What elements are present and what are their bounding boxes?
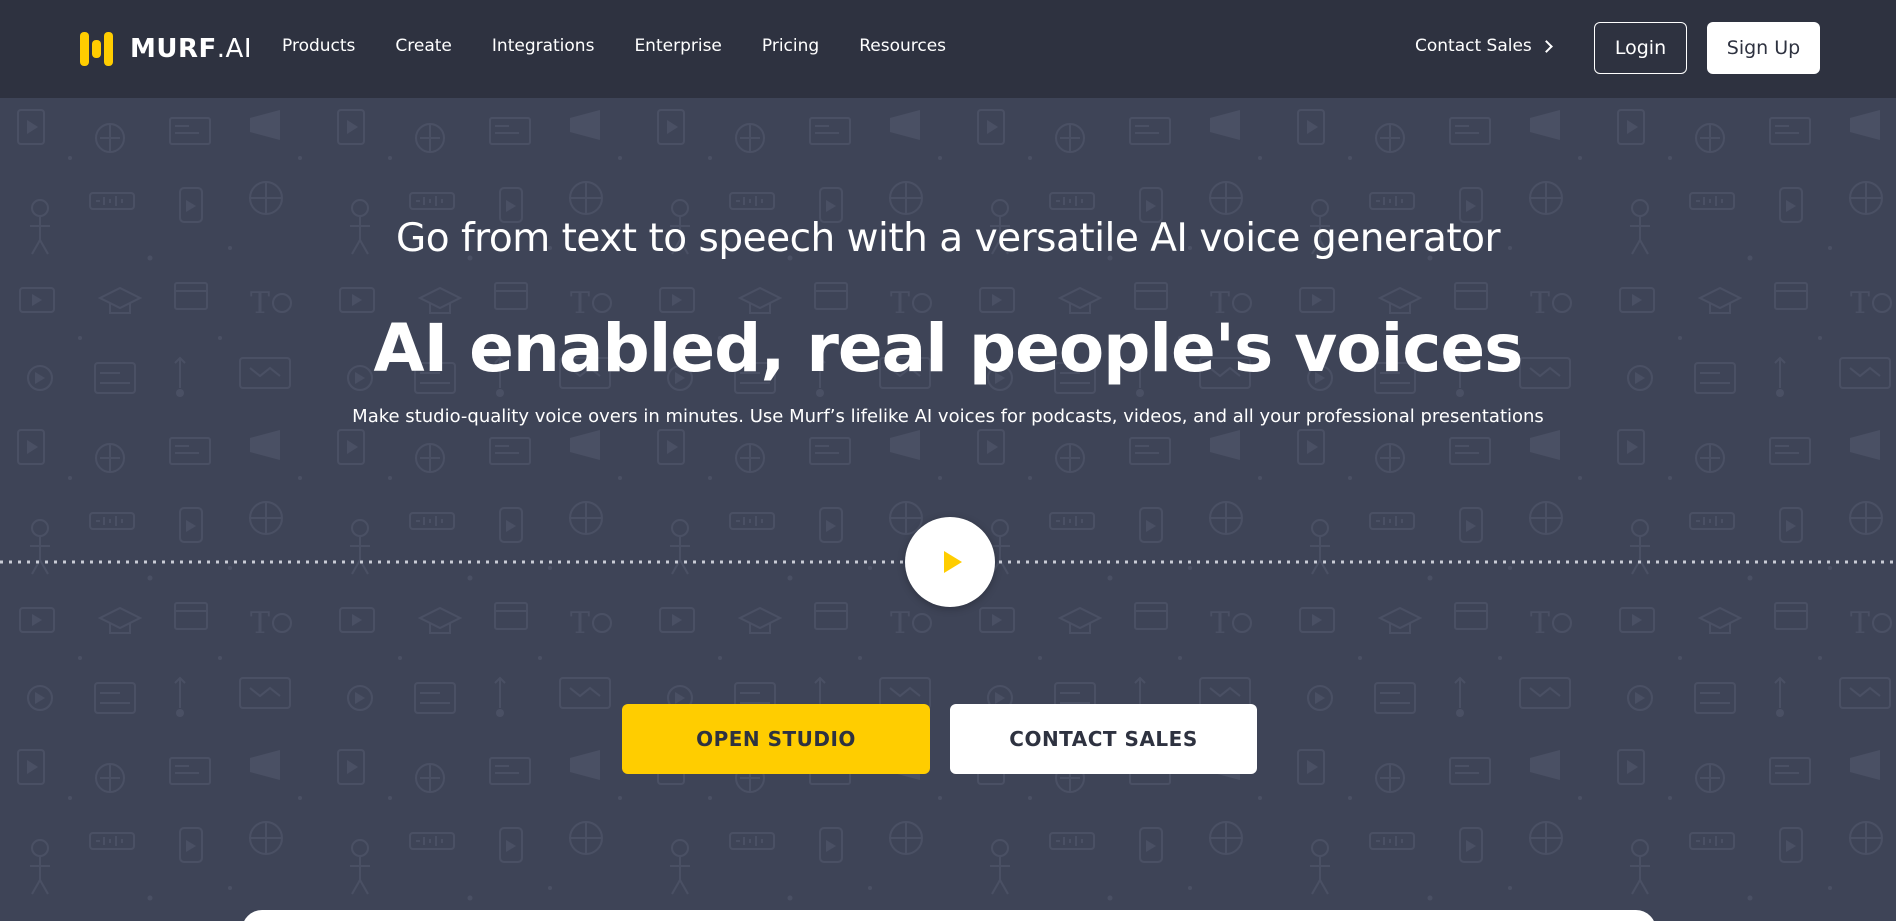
main-nav: Products Create Integrations Enterprise … (282, 36, 986, 56)
hero-headline: AI enabled, real people's voices (373, 310, 1524, 387)
hero-description: Make studio-quality voice overs in minut… (352, 406, 1544, 427)
signup-button[interactable]: Sign Up (1707, 22, 1820, 74)
nav-item-products[interactable]: Products (282, 36, 355, 56)
product-preview-card (242, 910, 1656, 921)
brand-name-main: MURF (130, 34, 217, 64)
nav-item-resources[interactable]: Resources (859, 36, 946, 56)
contact-sales-button[interactable]: CONTACT SALES (950, 704, 1257, 774)
hero-section: T G (0, 98, 1896, 921)
nav-item-create[interactable]: Create (395, 36, 452, 56)
hero-subtitle: Go from text to speech with a versatile … (395, 216, 1501, 261)
play-sample-button[interactable] (905, 517, 995, 607)
open-studio-button[interactable]: OPEN STUDIO (622, 704, 930, 774)
brand-name: MURF.AI (130, 34, 252, 64)
nav-item-enterprise[interactable]: Enterprise (634, 36, 721, 56)
chevron-right-icon (1539, 40, 1553, 53)
nav-item-integrations[interactable]: Integrations (492, 36, 595, 56)
brand-name-suffix: .AI (216, 34, 252, 64)
login-button[interactable]: Login (1594, 22, 1687, 74)
nav-contact-sales-link[interactable]: Contact Sales (1415, 36, 1553, 56)
top-navbar: MURF.AI Products Create Integrations Ent… (0, 0, 1896, 98)
nav-contact-sales-label: Contact Sales (1415, 36, 1532, 56)
brand-logo[interactable]: MURF.AI (78, 29, 252, 69)
nav-item-pricing[interactable]: Pricing (762, 36, 819, 56)
murf-logo-icon (78, 30, 116, 68)
play-icon (943, 551, 962, 573)
